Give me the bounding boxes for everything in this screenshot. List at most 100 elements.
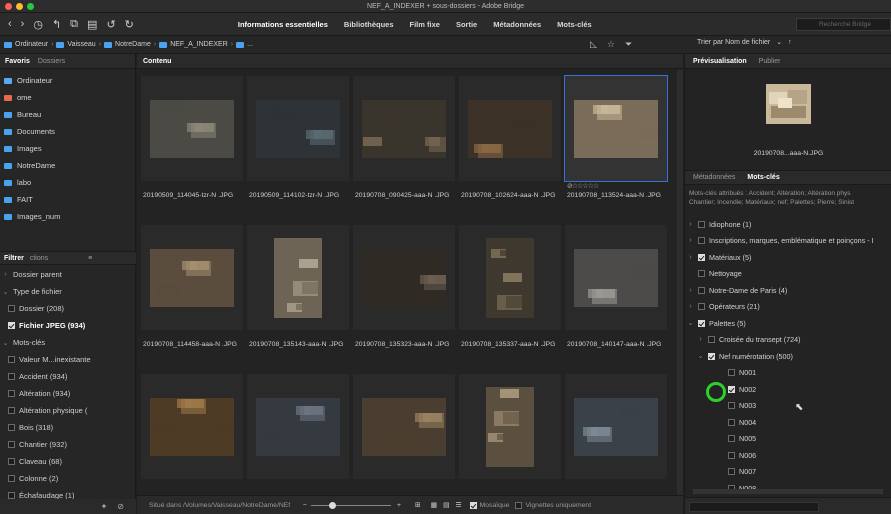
rating-filter-icon[interactable]: ☆: [607, 39, 615, 50]
thumbnail-frame[interactable]: [353, 225, 455, 330]
filter-item[interactable]: Valeur M...inexistante: [0, 351, 136, 368]
filter-item[interactable]: Dossier (208): [0, 300, 136, 317]
favorite-item[interactable]: NotreDame: [0, 157, 135, 174]
thumbnail-image[interactable]: [256, 99, 340, 158]
keyword-checkbox[interactable]: [698, 270, 705, 278]
thumbnail-frame[interactable]: [353, 76, 455, 181]
tab-dossiers[interactable]: Dossiers: [38, 58, 65, 65]
thumbnail-frame[interactable]: [247, 76, 349, 181]
keyword-item[interactable]: › Notre-Dame de Paris (4): [685, 282, 891, 299]
keyword-checkbox[interactable]: [708, 336, 715, 344]
thumbnail-cell[interactable]: 20190708_140147-aaa-N .JPG: [565, 225, 667, 365]
thumbnail-image[interactable]: [362, 99, 446, 158]
thumbnail-image[interactable]: [574, 99, 658, 158]
thumbnail-image[interactable]: [468, 99, 552, 158]
favorite-item[interactable]: Images: [0, 140, 135, 157]
tab-metadata[interactable]: Métadonnées: [693, 174, 735, 181]
thumbnail-cell[interactable]: 20190509_114045-tzr-N .JPG: [141, 76, 243, 216]
tab-preview[interactable]: Prévisualisation: [693, 58, 747, 65]
filter-item[interactable]: Fichier JPEG (934): [0, 317, 136, 334]
keyword-checkbox[interactable]: [728, 402, 735, 410]
search-input[interactable]: Recherche Bridge: [796, 18, 891, 31]
thumbnail-frame[interactable]: [564, 75, 668, 182]
view-details-icon[interactable]: ▤: [443, 501, 449, 509]
breadcrumb-item[interactable]: NEF_A_INDEXER: [170, 41, 228, 48]
favorite-item[interactable]: labo: [0, 174, 135, 191]
filter-item[interactable]: Altération physique (: [0, 402, 136, 419]
keyword-item[interactable]: › Opérateurs (21): [685, 299, 891, 316]
filter-section[interactable]: ⌄ Type de fichier: [0, 283, 136, 300]
keyword-item[interactable]: ⌄ Nef numérotation (500): [685, 348, 891, 365]
thumbnail-cell[interactable]: ⊘☆☆☆☆☆ 20190708_113524-aaa-N .JPG: [564, 75, 668, 216]
thumbnail-size-slider[interactable]: [310, 501, 391, 509]
favorite-item[interactable]: Images_num: [0, 208, 135, 225]
thumbnail-frame[interactable]: [565, 374, 667, 479]
filter-checkbox[interactable]: [8, 475, 15, 482]
camera-download-icon[interactable]: ⧉: [70, 18, 78, 31]
filter-checkbox[interactable]: [8, 441, 15, 448]
keyword-checkbox[interactable]: [698, 253, 705, 261]
chevron-right-icon[interactable]: ›: [687, 254, 694, 261]
thumbnail-frame[interactable]: [141, 76, 243, 181]
filter-icon[interactable]: ⏷: [625, 39, 632, 50]
tab-keywords[interactable]: Mots-clés: [747, 174, 779, 181]
keyword-item[interactable]: N005: [685, 431, 891, 448]
thumbnail-cell[interactable]: [353, 374, 455, 514]
breadcrumb-item[interactable]: NotreDame: [115, 41, 151, 48]
thumbnail-frame[interactable]: [353, 374, 455, 479]
content-scrollbar[interactable]: [677, 70, 683, 495]
workspace-tab[interactable]: Film fixe: [402, 13, 448, 36]
mosaic-checkbox[interactable]: [469, 501, 477, 509]
clear-filter-icon[interactable]: ⊘: [117, 502, 124, 511]
thumbnail-frame[interactable]: [247, 225, 349, 330]
keyword-item[interactable]: N001: [685, 365, 891, 382]
keyword-item[interactable]: › Matériaux (5): [685, 249, 891, 266]
panel-menu-icon[interactable]: ≡: [88, 255, 92, 262]
filter-item[interactable]: Chantier (932): [0, 436, 136, 453]
rating-stars[interactable]: ⊘☆☆☆☆☆: [567, 182, 599, 190]
chevron-down-icon[interactable]: ⌄: [687, 319, 694, 327]
workspace-tab[interactable]: Bibliothèques: [336, 13, 402, 36]
chevron-right-icon[interactable]: ›: [687, 303, 694, 310]
quality-icon[interactable]: ◺: [590, 39, 597, 50]
keyword-item[interactable]: N006: [685, 447, 891, 464]
thumbnail-image[interactable]: [362, 248, 446, 307]
thumbnail-image[interactable]: [574, 248, 658, 307]
thumbnail-image[interactable]: [274, 237, 322, 318]
breadcrumb-item[interactable]: Vaisseau: [67, 41, 95, 48]
workspace-tab[interactable]: Informations essentielles: [230, 13, 336, 36]
keyword-scrollbar[interactable]: [693, 489, 883, 494]
close-window-button[interactable]: [5, 3, 12, 10]
keyword-checkbox[interactable]: [698, 220, 705, 228]
workspace-tab[interactable]: Métadonnées: [485, 13, 549, 36]
keyword-checkbox[interactable]: [728, 451, 735, 459]
zoom-out-icon[interactable]: −: [303, 502, 307, 509]
thumbnail-cell[interactable]: 20190509_114102-tzr-N .JPG: [247, 76, 349, 216]
thumbnail-frame[interactable]: [141, 374, 243, 479]
thumbnail-frame[interactable]: [459, 225, 561, 330]
slider-handle[interactable]: [328, 501, 336, 509]
keyword-checkbox[interactable]: [708, 352, 715, 360]
filter-item[interactable]: Claveau (68): [0, 453, 136, 470]
filter-checkbox[interactable]: [8, 322, 15, 329]
favorite-item[interactable]: Ordinateur: [0, 72, 135, 89]
keyword-item[interactable]: N004: [685, 414, 891, 431]
grid-lock-icon[interactable]: ⊞: [415, 501, 421, 509]
filter-item[interactable]: Colonne (2): [0, 470, 136, 487]
keyword-item[interactable]: › Idiophone (1): [685, 216, 891, 233]
filter-section[interactable]: ⌄ Mots-clés: [0, 334, 136, 351]
thumbnail-image[interactable]: [486, 386, 534, 467]
forward-icon[interactable]: ›: [21, 18, 25, 30]
thumbnail-cell[interactable]: [141, 374, 243, 514]
favorite-item[interactable]: ome: [0, 89, 135, 106]
refine-icon[interactable]: ▤: [87, 18, 97, 31]
filter-checkbox[interactable]: [8, 390, 15, 397]
keyword-checkbox[interactable]: [728, 369, 735, 377]
tab-publish[interactable]: Publier: [759, 58, 781, 65]
sort-dropdown[interactable]: Trier par Nom de fichier: [697, 39, 770, 46]
breadcrumb-item[interactable]: ...: [247, 41, 253, 48]
thumbnail-cell[interactable]: [459, 374, 561, 514]
keyword-checkbox[interactable]: [698, 319, 705, 327]
sort-ascending-icon[interactable]: ↑: [788, 39, 792, 46]
thumbnail-frame[interactable]: [565, 225, 667, 330]
